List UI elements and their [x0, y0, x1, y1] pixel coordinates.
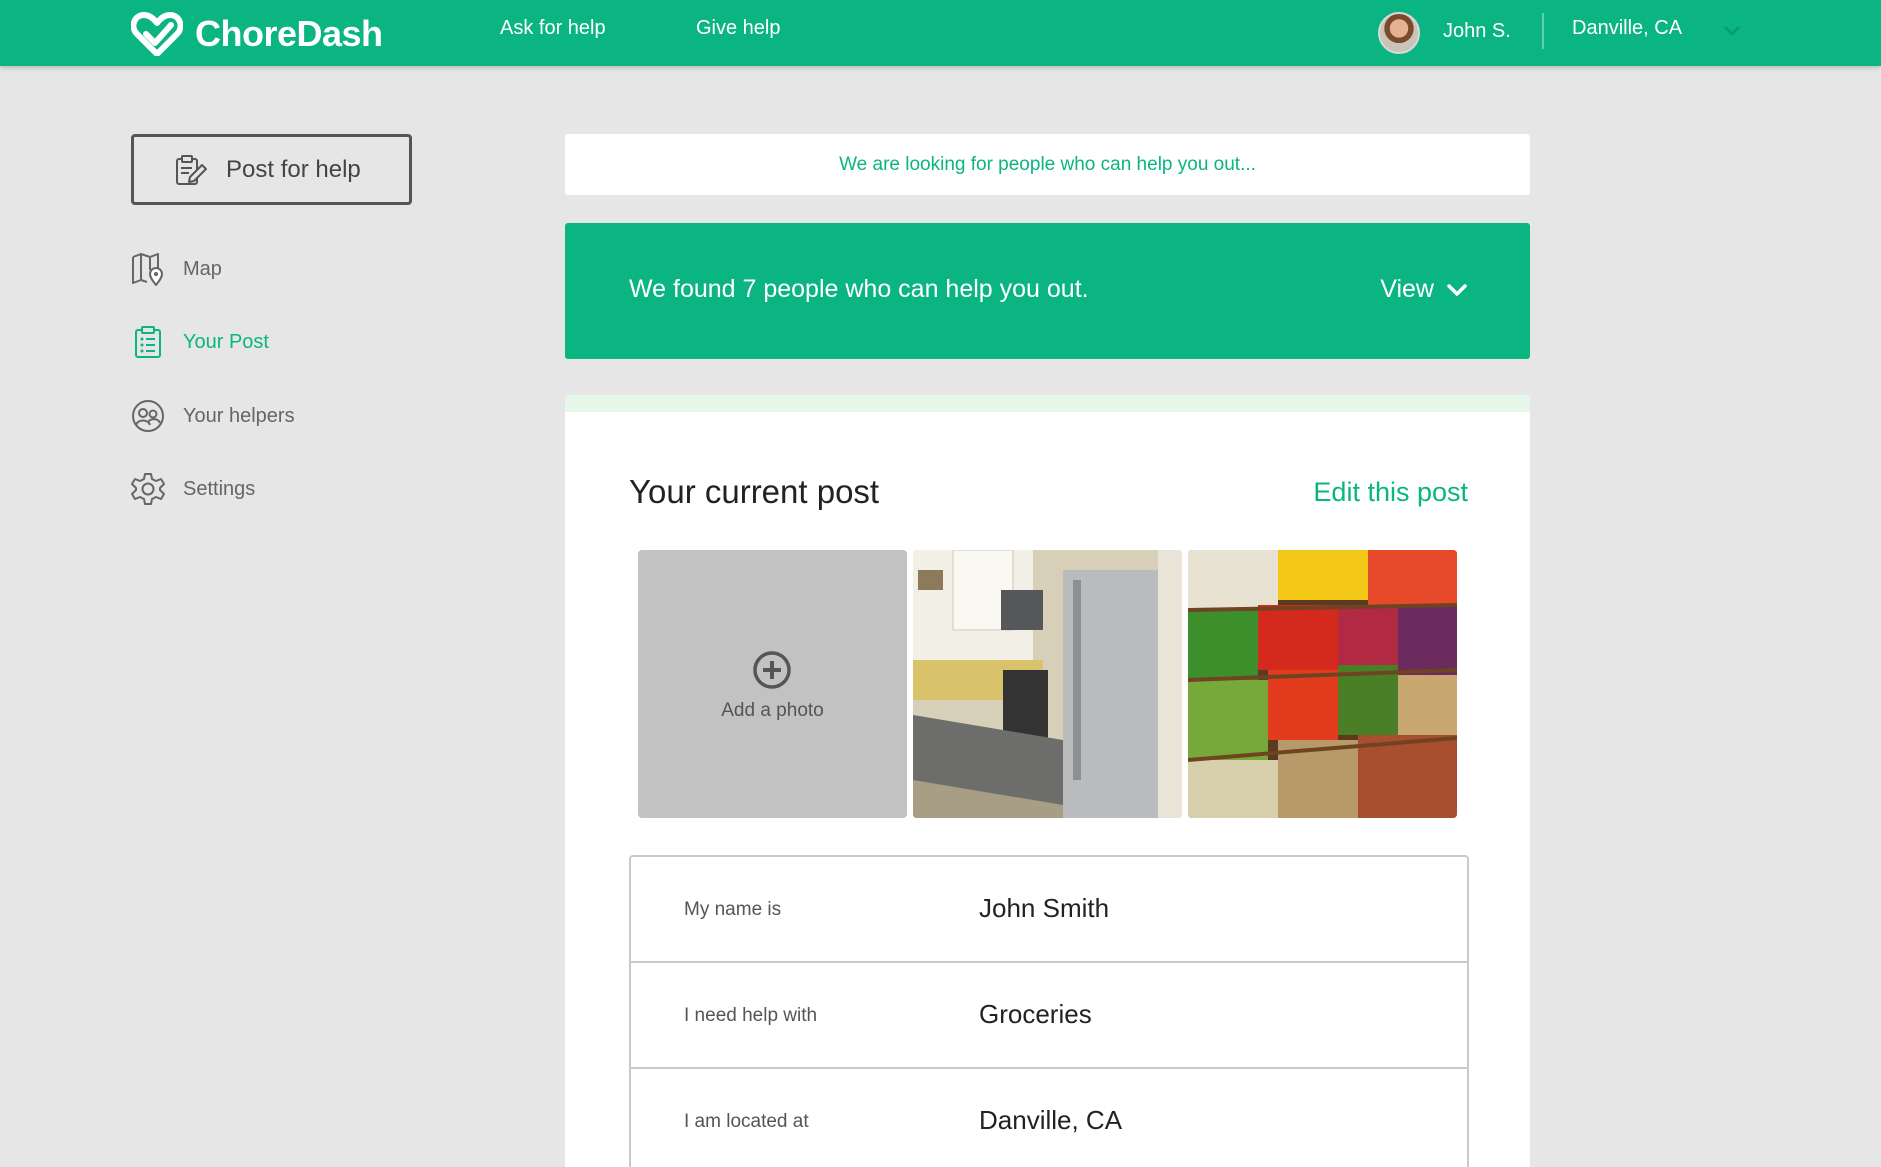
avatar[interactable]	[1378, 12, 1420, 54]
people-icon	[132, 400, 164, 432]
edit-post-link[interactable]: Edit this post	[1313, 477, 1468, 508]
edit-document-icon	[176, 154, 207, 185]
row-value: Groceries	[979, 999, 1092, 1029]
sidebar-item-label: Settings	[183, 477, 256, 500]
brand-logo[interactable]: ChoreDash	[131, 12, 383, 56]
helpers-found-banner: We found 7 people who can help you out. …	[565, 223, 1530, 359]
sidebar-item-settings[interactable]: Settings	[131, 469, 255, 509]
current-post-card: Your current post Edit this post Add a p…	[565, 395, 1530, 1167]
kitchen-photo[interactable]	[913, 550, 1182, 818]
searching-status-text: We are looking for people who can help y…	[839, 153, 1256, 175]
brand-name: ChoreDash	[195, 13, 383, 54]
sidebar-item-map[interactable]: Map	[131, 249, 222, 289]
row-label: I need help with	[684, 1005, 818, 1026]
card-title: Your current post	[629, 473, 880, 510]
chevron-down-icon[interactable]	[1722, 20, 1742, 40]
searching-status-banner: We are looking for people who can help y…	[565, 134, 1530, 195]
produce-image	[1188, 550, 1457, 818]
table-row: I need help with Groceries	[631, 963, 1467, 1069]
kitchen-image	[913, 550, 1182, 818]
plus-circle-icon	[753, 651, 791, 689]
post-for-help-label: Post for help	[226, 155, 361, 183]
chevron-down-icon	[1447, 283, 1467, 296]
sidebar-item-label: Map	[183, 257, 222, 280]
row-value: Danville, CA	[979, 1105, 1123, 1135]
map-icon	[132, 253, 164, 286]
post-details-table: My name is John Smith I need help with G…	[629, 855, 1469, 1167]
sidebar-item-your-helpers[interactable]: Your helpers	[131, 396, 295, 436]
sidebar-item-label: Your helpers	[183, 404, 295, 427]
top-navigation-bar: ChoreDash Ask for help Give help John S.…	[0, 0, 1881, 66]
table-row: I am located at Danville, CA	[631, 1069, 1467, 1167]
clipboard-list-icon	[135, 326, 161, 358]
header-divider	[1542, 13, 1544, 49]
view-helpers-button[interactable]: View	[1380, 275, 1468, 304]
nav-give-help[interactable]: Give help	[696, 17, 781, 40]
row-value: John Smith	[979, 893, 1110, 923]
sidebar-item-label: Your Post	[183, 330, 269, 353]
location-selector[interactable]: Danville, CA	[1572, 17, 1682, 40]
helpers-found-text: We found 7 people who can help you out.	[629, 275, 1089, 303]
row-label: My name is	[684, 899, 782, 920]
nav-ask-for-help[interactable]: Ask for help	[500, 17, 606, 40]
heart-check-logo-icon	[131, 12, 183, 56]
table-row: My name is John Smith	[631, 857, 1467, 963]
user-name[interactable]: John S.	[1443, 20, 1511, 43]
post-for-help-button[interactable]: Post for help	[131, 134, 412, 205]
produce-photo[interactable]	[1188, 550, 1457, 818]
row-label: I am located at	[684, 1111, 809, 1132]
gear-icon	[131, 473, 165, 505]
card-top-strip	[565, 395, 1530, 412]
add-photo-label: Add a photo	[721, 700, 824, 721]
sidebar-item-your-post[interactable]: Your Post	[131, 322, 269, 362]
view-label: View	[1380, 275, 1434, 303]
add-photo-button[interactable]: Add a photo	[638, 550, 907, 818]
